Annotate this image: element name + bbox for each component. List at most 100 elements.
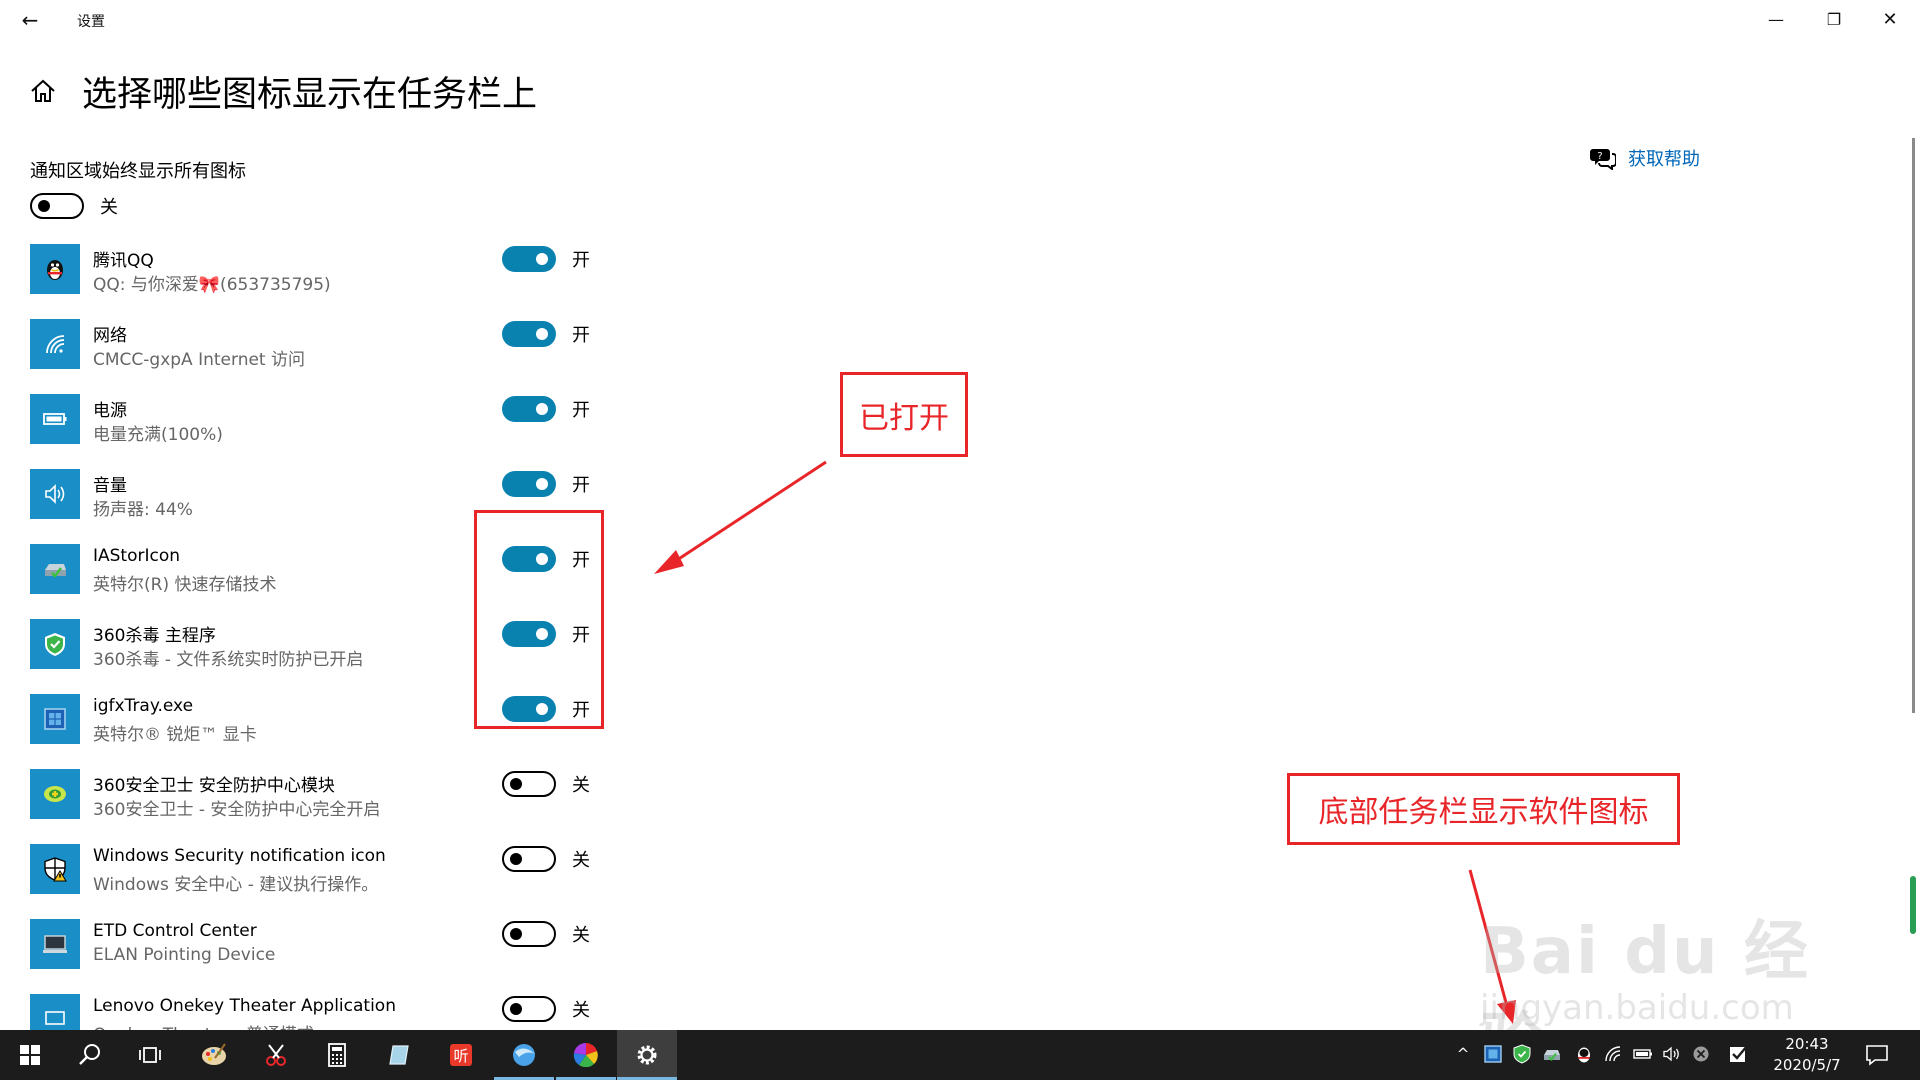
annotation-taskbar-note: 底部任务栏显示软件图标: [1287, 773, 1680, 845]
toggle-state-label: 开: [572, 400, 590, 421]
item-desc: QQ: 与你深爱🎀(653735795): [93, 275, 331, 295]
tray-qq-icon[interactable]: [1573, 1043, 1595, 1065]
volume-toggle[interactable]: [502, 471, 556, 497]
taskbar-app-browser[interactable]: [494, 1030, 554, 1080]
tray-360-shield-icon[interactable]: [1511, 1043, 1533, 1065]
item-desc: 360安全卫士 - 安全防护中心完全开启: [93, 800, 381, 820]
back-button[interactable]: ←: [12, 6, 48, 34]
volume-tile: [30, 469, 80, 519]
close-button[interactable]: ✕: [1862, 2, 1918, 38]
title-bar: ← 设置 — ❐ ✕: [0, 0, 1920, 40]
tray-volume-glyph: [1663, 1046, 1679, 1062]
app-name: 设置: [77, 14, 105, 30]
item-switch: 开: [502, 396, 590, 422]
tray-intel-graphics-glyph: [1484, 1045, 1502, 1063]
watermark-sub: jingyan.baidu.com: [1480, 988, 1794, 1028]
tray-checkbox-icon[interactable]: [1727, 1043, 1749, 1065]
task-view-icon: [139, 1047, 161, 1063]
item-name: 网络: [93, 326, 127, 346]
item-switch: 开: [502, 471, 590, 497]
taskbar-app-photos[interactable]: [556, 1030, 616, 1080]
tray-volume-icon[interactable]: [1661, 1043, 1683, 1065]
ting-audio-icon: 听: [450, 1044, 472, 1066]
tray-battery-icon[interactable]: [1632, 1043, 1654, 1065]
list-item-network: 网络 CMCC-gxpA Internet 访问 开: [30, 319, 610, 373]
highlight-box-toggles: [474, 510, 604, 729]
list-item-qq: 腾讯QQ QQ: 与你深爱🎀(653735795) 开: [30, 244, 610, 298]
taskbar: 听 ^ 20:43 2020/5/7: [0, 1030, 1920, 1080]
tray-overflow-chevron[interactable]: ^: [1452, 1043, 1474, 1065]
item-desc: 英特尔® 锐炬™ 显卡: [93, 725, 257, 745]
tray-wifi-icon[interactable]: [1602, 1043, 1624, 1065]
network-toggle[interactable]: [502, 321, 556, 347]
item-desc: 扬声器: 44%: [93, 500, 193, 520]
toggle-state-label: 开: [572, 475, 590, 496]
item-name: Windows Security notification icon: [93, 846, 386, 866]
power-toggle[interactable]: [502, 396, 556, 422]
task-view-button[interactable]: [120, 1030, 180, 1080]
windows-security-toggle[interactable]: [502, 846, 556, 872]
calculator-icon: [328, 1043, 346, 1067]
toggle-state-label: 开: [572, 250, 590, 271]
iastoricon-tile: [30, 544, 80, 594]
always-show-all-toggle[interactable]: [30, 193, 84, 219]
qq-tile: [30, 244, 80, 294]
search-button[interactable]: [60, 1030, 120, 1080]
annotation-opened: 已打开: [840, 372, 968, 457]
guard-toggle[interactable]: [502, 771, 556, 797]
toggle-state-label: 关: [572, 850, 590, 871]
item-name: Lenovo Onekey Theater Application: [93, 996, 396, 1016]
tray-360-shield-glyph: [1513, 1044, 1531, 1064]
side-scroll-indicator[interactable]: [1910, 876, 1916, 934]
igfxtray-tile: [30, 694, 80, 744]
theater-toggle[interactable]: [502, 996, 556, 1022]
toggle-knob: [536, 328, 548, 340]
item-desc: Windows 安全中心 - 建议执行操作。: [93, 875, 379, 895]
item-desc: 英特尔(R) 快速存储技术: [93, 575, 277, 595]
action-center-icon[interactable]: [1864, 1042, 1890, 1068]
theater-icon: [45, 1011, 65, 1025]
taskbar-app-notes[interactable]: [369, 1030, 429, 1080]
tray-battery-glyph: [1633, 1049, 1652, 1059]
tray-intel-graphics-icon[interactable]: [1482, 1043, 1504, 1065]
clock-time: 20:43: [1785, 1035, 1829, 1053]
toggle-knob: [510, 928, 522, 940]
intel-graphics-icon: [44, 708, 66, 730]
item-name: 360安全卫士 安全防护中心模块: [93, 776, 335, 796]
get-help-label[interactable]: 获取帮助: [1628, 145, 1700, 171]
toggle-state-label: 关: [572, 1000, 590, 1021]
get-help-link[interactable]: ? 获取帮助: [1590, 145, 1700, 171]
item-desc: Onekey Theater - 普通模式: [93, 1020, 314, 1030]
toggle-knob: [510, 1003, 522, 1015]
taskbar-app-paint[interactable]: [184, 1030, 244, 1080]
clock[interactable]: 20:43 2020/5/7: [1770, 1034, 1844, 1076]
tray-storage-icon[interactable]: [1541, 1043, 1563, 1065]
maximize-button[interactable]: ❐: [1806, 2, 1862, 38]
tray-x-circle-icon[interactable]: [1690, 1043, 1712, 1065]
etd-toggle[interactable]: [502, 921, 556, 947]
toggle-knob: [536, 253, 548, 265]
minimize-button[interactable]: —: [1748, 2, 1804, 38]
taskbar-app-calculator[interactable]: [307, 1030, 367, 1080]
list-item-lenovo-theater: Lenovo Onekey Theater Application Onekey…: [30, 994, 610, 1030]
start-button[interactable]: [0, 1030, 60, 1080]
storage-drive-icon: [45, 564, 66, 578]
qq-toggle[interactable]: [502, 246, 556, 272]
taskbar-app-ting[interactable]: 听: [431, 1030, 491, 1080]
list-item-power: 电源 电量充满(100%) 开: [30, 394, 610, 448]
svg-text:听: 听: [453, 1047, 468, 1065]
toggle-state-label: 开: [572, 325, 590, 346]
taskbar-app-snipping[interactable]: [246, 1030, 306, 1080]
taskbar-app-settings[interactable]: [617, 1030, 677, 1080]
svg-text:?: ?: [1597, 151, 1602, 162]
page-scrollbar[interactable]: [1912, 138, 1915, 713]
antivirus-tile: [30, 619, 80, 669]
notes-icon: [389, 1045, 409, 1065]
home-icon[interactable]: [28, 76, 58, 106]
paint-palette-icon: [202, 1043, 226, 1065]
item-switch: 关: [502, 921, 590, 947]
windows-security-shield-icon: [44, 857, 67, 882]
item-desc: 电量充满(100%): [93, 425, 223, 445]
toggle-knob: [536, 403, 548, 415]
browser-globe-icon: [513, 1044, 535, 1066]
